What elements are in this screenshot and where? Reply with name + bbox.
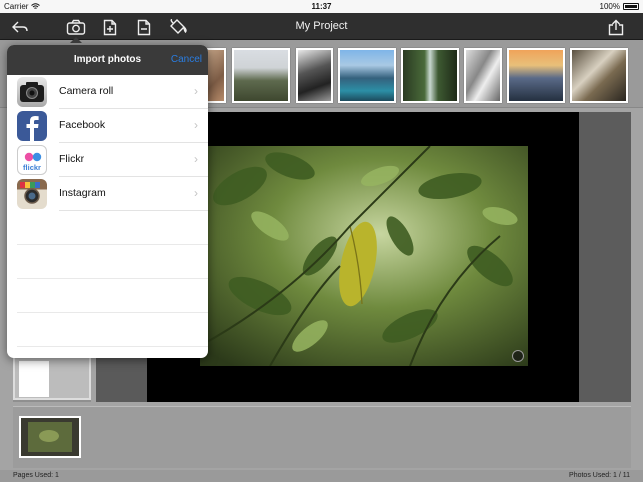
flickr-icon-text: flickr xyxy=(23,163,41,172)
empty-row xyxy=(17,313,208,347)
facebook-icon xyxy=(17,111,47,141)
battery-icon xyxy=(623,3,639,10)
photo-thumbnail[interactable] xyxy=(464,48,502,103)
status-bar: Carrier 11:37 100% xyxy=(0,0,643,13)
menu-item-flickr[interactable]: flickr Flickr › xyxy=(17,143,208,177)
pages-used-label: Pages Used: 1 xyxy=(13,472,59,479)
share-icon[interactable] xyxy=(605,16,627,38)
menu-item-camera-roll[interactable]: Camera roll › xyxy=(17,75,208,109)
battery-info: 100% xyxy=(600,2,639,11)
battery-label: 100% xyxy=(599,2,620,11)
chevron-right-icon: › xyxy=(194,152,198,166)
photo-thumbnail[interactable] xyxy=(507,48,565,103)
page-thumbnail-image xyxy=(21,418,79,456)
menu-item-label: Flickr xyxy=(59,153,85,165)
main-photo[interactable] xyxy=(200,146,528,366)
chevron-right-icon: › xyxy=(194,186,198,200)
chevron-right-icon: › xyxy=(194,84,198,98)
page-thumbnail[interactable] xyxy=(19,416,81,458)
menu-item-label: Instagram xyxy=(59,187,106,199)
photo-thumbnail[interactable] xyxy=(338,48,396,103)
canvas-right-margin xyxy=(579,112,631,402)
photo-thumbnail[interactable] xyxy=(296,48,333,103)
photo-edit-handle[interactable] xyxy=(512,350,524,362)
page-preview-sheet xyxy=(19,361,49,397)
cancel-button[interactable]: Cancel xyxy=(171,54,202,65)
leaves-photo-image xyxy=(200,146,528,366)
photo-thumbnail[interactable] xyxy=(232,48,290,103)
navigation-bar: My Project xyxy=(0,13,643,40)
empty-row xyxy=(17,245,208,279)
menu-item-label: Camera roll xyxy=(59,85,114,97)
instagram-icon xyxy=(17,179,47,209)
flickr-icon: flickr xyxy=(17,145,47,175)
page-thumbnails-strip xyxy=(13,406,631,468)
empty-row xyxy=(17,279,208,313)
popover-header: Import photos Cancel xyxy=(7,45,208,75)
page-preview[interactable] xyxy=(13,355,91,400)
menu-item-label: Facebook xyxy=(59,119,106,131)
camera-roll-icon xyxy=(17,77,47,107)
import-photos-popover: Import photos Cancel Camera roll › Faceb… xyxy=(7,45,208,358)
menu-item-facebook[interactable]: Facebook › xyxy=(17,109,208,143)
photo-thumbnail[interactable] xyxy=(401,48,459,103)
clock: 11:37 xyxy=(311,2,332,11)
photos-used-label: Photos Used: 1 / 11 xyxy=(569,472,630,479)
photo-thumbnail[interactable] xyxy=(570,48,628,103)
popover-arrow xyxy=(70,37,82,43)
footer-bar: Pages Used: 1 Photos Used: 1 / 11 xyxy=(0,470,643,482)
chevron-right-icon: › xyxy=(194,118,198,132)
project-title: My Project xyxy=(295,20,348,32)
menu-item-instagram[interactable]: Instagram › xyxy=(17,177,208,211)
empty-row xyxy=(17,211,208,245)
